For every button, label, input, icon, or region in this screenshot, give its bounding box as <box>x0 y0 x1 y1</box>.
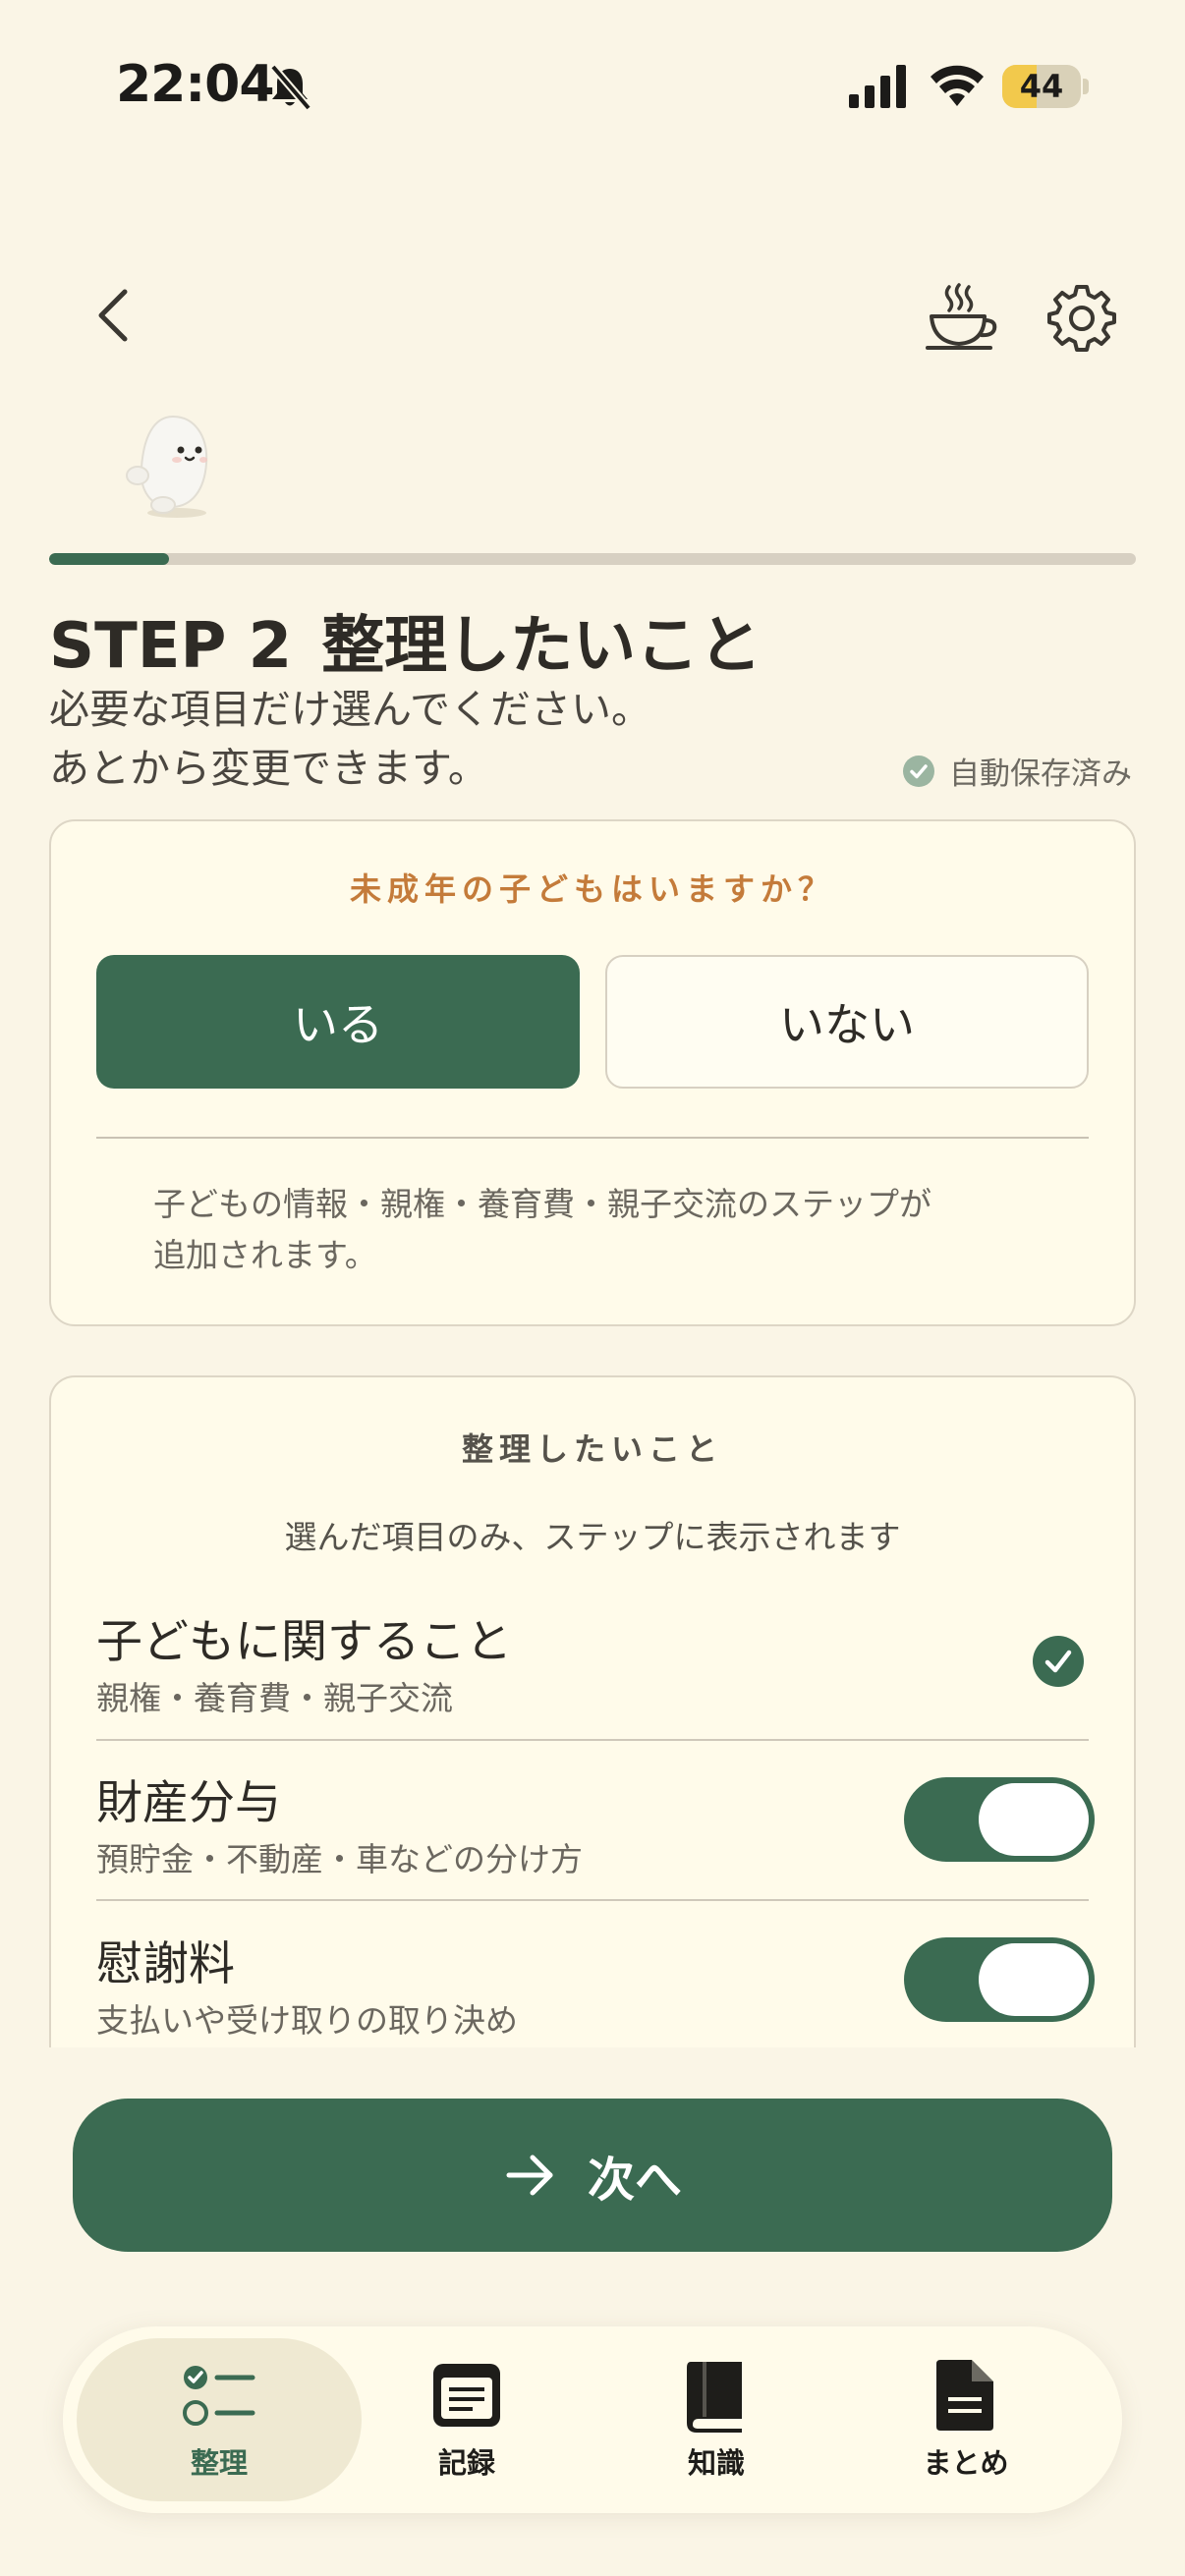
divider <box>96 1739 1089 1741</box>
step-heading: STEP 2 整理したいこと <box>49 595 762 686</box>
topic-item-title: 慰謝料 <box>96 1937 235 1991</box>
step-subtitle: 必要な項目だけ選んでください。 あとから変更できます。 <box>49 680 651 798</box>
bell-slash-icon <box>269 64 312 111</box>
topic-item-title[interactable]: 子どもに関すること <box>96 1603 512 1671</box>
children-note: 子どもの情報・親権・養育費・親子交流のステップが 追加されます。 <box>153 1179 1038 1281</box>
autosave-status: 自動保存済み <box>902 749 1132 793</box>
topic-item-subtitle: 支払いや受け取りの取り決め <box>96 2001 518 2040</box>
battery-nub <box>1083 79 1089 94</box>
topics-card-subtitle: 選んだ項目のみ、ステップに表示されます <box>284 1518 901 1556</box>
divider <box>96 1899 1089 1901</box>
battery-percentage: 44 <box>1019 68 1064 105</box>
chevron-left-icon <box>98 289 128 342</box>
tab-label: まとめ <box>923 2446 1009 2480</box>
tea-cup-icon[interactable] <box>924 283 998 354</box>
document-icon <box>936 2360 993 2431</box>
status-time: 22:04 <box>116 55 275 114</box>
notes-icon <box>433 2364 500 2427</box>
next-button[interactable]: 次へ <box>73 2099 1112 2252</box>
consolation-money-toggle[interactable] <box>904 1937 1095 2022</box>
toggle-knob <box>979 1943 1089 2016</box>
step-title: 整理したいこと <box>321 610 762 683</box>
topic-check-icon[interactable] <box>1032 1635 1085 1688</box>
cellular-signal-icon <box>849 65 906 108</box>
topics-card-title: 整理したいこと <box>461 1430 723 1468</box>
children-note-line2: 追加されます。 <box>153 1236 377 1274</box>
choice-no-button[interactable]: いない <box>605 955 1089 1089</box>
tab-organize[interactable]: 整理 <box>77 2338 362 2501</box>
arrow-right-icon <box>506 2155 553 2196</box>
check-circle-icon <box>903 755 934 787</box>
gear-icon[interactable] <box>1045 281 1118 354</box>
tab-summary[interactable]: まとめ <box>861 2338 1071 2501</box>
next-button-label: 次へ <box>587 2153 682 2208</box>
mascot-character <box>126 415 208 518</box>
wifi-icon <box>931 65 984 106</box>
topic-item-subtitle: 預貯金・不動産・車などの分け方 <box>96 1840 583 1878</box>
battery-icon: 44 <box>1002 65 1081 108</box>
toggle-knob <box>979 1783 1089 1856</box>
divider <box>96 1137 1089 1139</box>
step-progress-fill <box>49 553 169 565</box>
step-number: STEP 2 <box>49 610 293 683</box>
topic-item-subtitle: 親権・養育費・親子交流 <box>96 1679 453 1717</box>
property-division-toggle[interactable] <box>904 1777 1095 1862</box>
children-note-line1: 子どもの情報・親権・養育費・親子交流のステップが <box>153 1185 931 1223</box>
tab-label: 知識 <box>687 2446 745 2480</box>
choice-yes-button[interactable]: いる <box>96 955 580 1089</box>
tab-label: 整理 <box>190 2446 248 2480</box>
step-subtitle-line2: あとから変更できます。 <box>49 745 488 792</box>
scroll-fade <box>0 2047 1185 2106</box>
autosave-label: 自動保存済み <box>949 756 1132 792</box>
step-progress-bar <box>49 553 1136 565</box>
step-subtitle-line1: 必要な項目だけ選んでください。 <box>49 686 651 733</box>
checklist-icon <box>183 2366 255 2426</box>
book-icon <box>687 2362 742 2433</box>
tab-records[interactable]: 記録 <box>362 2338 572 2501</box>
tab-label: 記録 <box>437 2446 495 2480</box>
topic-item-title: 財産分与 <box>96 1776 281 1830</box>
back-button[interactable] <box>79 281 147 350</box>
children-question: 未成年の子どもはいますか？ <box>349 870 835 908</box>
tab-knowledge[interactable]: 知識 <box>611 2338 821 2501</box>
